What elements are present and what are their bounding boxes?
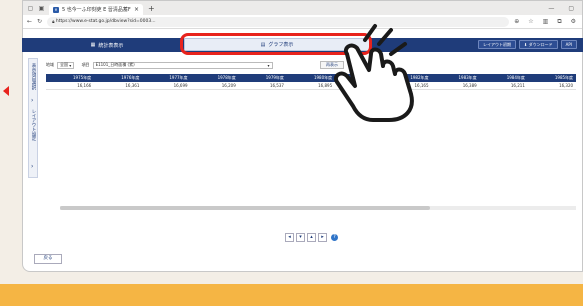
url-text: https://www.e-stat.go.jp/dbview?sid=0003… [55,19,156,24]
refresh-icon[interactable]: ↻ [37,18,42,25]
browser-tab-bar: ▢ ▣ e 5 也今ーふ印刻吏 E 晉清品蓄F × + — ▢ [23,1,582,15]
close-tab-icon[interactable]: × [134,6,139,13]
table-cell: 16,211 [510,83,525,88]
filter-label-area: 地域 [46,62,54,67]
stat-table-view-button[interactable]: ▦ 統計表表示 [32,38,182,52]
column-header[interactable]: 1985年度 [528,74,576,82]
filter-bar: 地域 全国 ▾ 項目 E1101_日時面積 (累) ▾ [46,60,273,70]
item-select-value: E1101_日時面積 (累) [95,62,135,67]
column-header[interactable]: 1978年度 [191,74,239,82]
scrollbar-thumb[interactable] [60,206,430,210]
column-header[interactable]: 1976年度 [94,74,142,82]
area-select[interactable]: 全国 ▾ [57,61,75,69]
browser-menu-icon[interactable]: ▢ [27,5,34,12]
next-page-icon[interactable]: ▴ [307,233,316,242]
table-cell: 16,361 [125,83,140,88]
table-cell: 16,166 [77,83,92,88]
tab-title: 5 也今ーふ印刻吏 E 晉清品蓄F [62,7,131,13]
table-header-row: 1975年度1976年度1977年度1978年度1979年度1980年度1981… [46,74,576,82]
api-label: API [565,42,572,47]
sidebar-item-layout-settings[interactable]: レイアウト設定 [30,109,36,141]
horizontal-scrollbar[interactable] [60,206,576,210]
last-page-icon[interactable]: ▸ [318,233,327,242]
address-bar-row: ← ↻ 🔒︎ https://www.e-stat.go.jp/dbview?s… [23,15,582,29]
decorative-band [0,284,583,306]
chevron-right-icon[interactable]: › [31,97,33,104]
pagination: ◂ ▾ ▴ ▸ ? [285,233,338,242]
help-icon[interactable]: ? [331,234,338,241]
layout-reset-button[interactable]: レイアウト初期 [478,40,517,49]
back-arrow-icon[interactable]: ← [27,18,32,25]
download-button[interactable]: ⬇ ダウンロード [519,40,558,49]
item-select[interactable]: E1101_日時面積 (累) ▾ [92,61,273,69]
maximize-icon[interactable]: ▢ [568,5,574,12]
zoom-icon[interactable]: ⊕ [514,18,519,26]
tapping-hand-icon [334,24,414,122]
column-header[interactable]: 1977年度 [142,74,190,82]
favorite-star-icon[interactable]: ☆ [528,18,533,26]
column-header[interactable]: 1975年度 [46,74,94,82]
table-row: 16,16616,36116,69916,20916,53716,895—16,… [46,82,576,90]
area-select-value: 全国 [60,62,68,67]
site-favicon: e [53,6,59,13]
prev-page-icon[interactable]: ▾ [296,233,305,242]
first-page-icon[interactable]: ◂ [285,233,294,242]
pointer-arrow-icon [3,86,9,96]
browser-tools: ⊕ ☆ ▥ ⧉ ⚙ [514,18,582,26]
filter-label-item: 項目 [81,62,90,67]
column-header[interactable]: 1979年度 [239,74,287,82]
download-label: ダウンロード [528,41,553,47]
table-cell: 16,537 [269,83,284,88]
api-button[interactable]: API [560,40,577,49]
table-cell: 16,320 [559,83,574,88]
toolbar-right-buttons: レイアウト初期 ⬇ ダウンロード API [478,40,577,49]
sidebar-item-display-items[interactable]: 表示項目選択 [30,63,36,90]
back-button[interactable]: 戻る [34,254,62,264]
side-panel: 表示項目選択 › レイアウト設定 › [28,58,38,178]
settings-icon[interactable]: ⚙ [571,18,576,26]
column-header[interactable]: 1984年度 [480,74,528,82]
filter-spacer [77,63,78,68]
grid-icon: ▦ [90,42,96,48]
stat-table-label: 統計表表示 [98,42,124,49]
data-table: 1975年度1976年度1977年度1978年度1979年度1980年度1981… [46,74,576,90]
window-controls: — ▢ [548,5,582,12]
collections-icon[interactable]: ⧉ [557,18,561,26]
table-cell: 16,699 [173,83,188,88]
table-cell: 16,209 [221,83,236,88]
browser-tab[interactable]: e 5 也今ーふ印刻吏 E 晉清品蓄F × [49,4,143,15]
new-tab-button[interactable]: + [148,4,155,13]
minimize-icon[interactable]: — [548,5,554,12]
extension-icon[interactable]: ▥ [543,18,549,26]
tab-actions-icon[interactable]: ▣ [38,5,45,12]
chevron-right-icon[interactable]: › [31,163,33,170]
